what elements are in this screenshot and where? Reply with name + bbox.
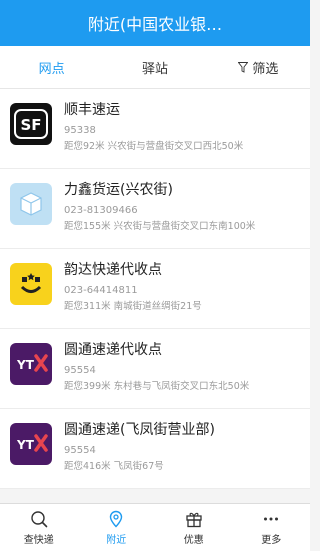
tab-outlets-label: 网点 bbox=[38, 61, 65, 77]
station-phone: 95338 bbox=[64, 125, 96, 136]
station-address: 距您155米 兴农街与营盘街交叉口东南100米 bbox=[64, 221, 256, 232]
tab-stations[interactable]: 驿站 bbox=[103, 46, 206, 88]
svg-text:YT: YT bbox=[16, 358, 35, 372]
station-address: 距您92米 兴农街与营盘街交叉口西北50米 bbox=[64, 141, 244, 152]
station-address: 距您416米 飞凤街67号 bbox=[64, 461, 164, 472]
station-name: 圆通速递代收点 bbox=[64, 342, 162, 358]
gift-icon bbox=[186, 512, 202, 527]
station-address: 距您311米 南城街道丝绸街21号 bbox=[64, 301, 202, 312]
station-address: 距您399米 东村巷与飞凤街交叉口东北50米 bbox=[64, 381, 250, 392]
tab-outlets[interactable]: 网点 bbox=[0, 46, 103, 88]
list-item[interactable]: YT 圆通速递(飞凤街营业部) 95554 距您416米 飞凤街67号 bbox=[0, 409, 310, 489]
nav-nearby[interactable]: 附近 bbox=[78, 504, 156, 551]
station-list: SF 顺丰速运 95338 距您92米 兴农街与营盘街交叉口西北50米 力鑫货运… bbox=[0, 89, 310, 489]
top-bar: 附近(中国农业银… bbox=[0, 0, 310, 46]
tab-filter-label: 筛选 bbox=[252, 61, 279, 77]
station-name: 圆通速递(飞凤街营业部) bbox=[64, 422, 215, 438]
svg-text:SF: SF bbox=[20, 116, 41, 134]
nav-more-label: 更多 bbox=[261, 534, 282, 546]
tab-bar: 网点 驿站 筛选 bbox=[0, 46, 310, 89]
nav-offers-label: 优惠 bbox=[183, 534, 204, 546]
station-phone: 023-64414811 bbox=[64, 285, 138, 296]
tab-stations-label: 驿站 bbox=[141, 61, 168, 77]
filter-icon bbox=[238, 61, 249, 73]
station-phone: 023-81309466 bbox=[64, 205, 138, 216]
more-icon bbox=[264, 517, 279, 520]
nav-nearby-label: 附近 bbox=[106, 534, 127, 546]
page-title: 附近(中国农业银… bbox=[87, 15, 223, 34]
yunda-logo bbox=[10, 263, 52, 305]
station-name: 韵达快递代收点 bbox=[64, 262, 162, 278]
search-icon bbox=[31, 510, 48, 527]
list-item[interactable]: 韵达快递代收点 023-64414811 距您311米 南城街道丝绸街21号 bbox=[0, 249, 310, 329]
svg-text:YT: YT bbox=[16, 438, 35, 452]
nav-track-label: 查快递 bbox=[23, 534, 54, 546]
list-item[interactable]: SF 顺丰速运 95338 距您92米 兴农街与营盘街交叉口西北50米 bbox=[0, 89, 310, 169]
station-name: 顺丰速运 bbox=[64, 102, 120, 118]
sf-express-logo: SF bbox=[10, 103, 52, 145]
station-name: 力鑫货运(兴农街) bbox=[64, 182, 173, 198]
nav-offers[interactable]: 优惠 bbox=[155, 504, 233, 551]
station-phone: 95554 bbox=[64, 445, 96, 456]
location-icon bbox=[110, 510, 123, 528]
nav-more[interactable]: 更多 bbox=[233, 504, 311, 551]
station-phone: 95554 bbox=[64, 365, 96, 376]
list-item[interactable]: YT 圆通速递代收点 95554 距您399米 东村巷与飞凤街交叉口东北50米 bbox=[0, 329, 310, 409]
list-item[interactable]: 力鑫货运(兴农街) 023-81309466 距您155米 兴农街与营盘街交叉口… bbox=[0, 169, 310, 249]
yto-logo: YT bbox=[10, 343, 52, 385]
yto-logo: YT bbox=[10, 423, 52, 465]
package-logo bbox=[10, 183, 52, 225]
bottom-nav: 查快递 附近 优惠 更多 bbox=[0, 503, 310, 551]
tab-filter[interactable]: 筛选 bbox=[207, 46, 310, 88]
nav-track[interactable]: 查快递 bbox=[0, 504, 78, 551]
